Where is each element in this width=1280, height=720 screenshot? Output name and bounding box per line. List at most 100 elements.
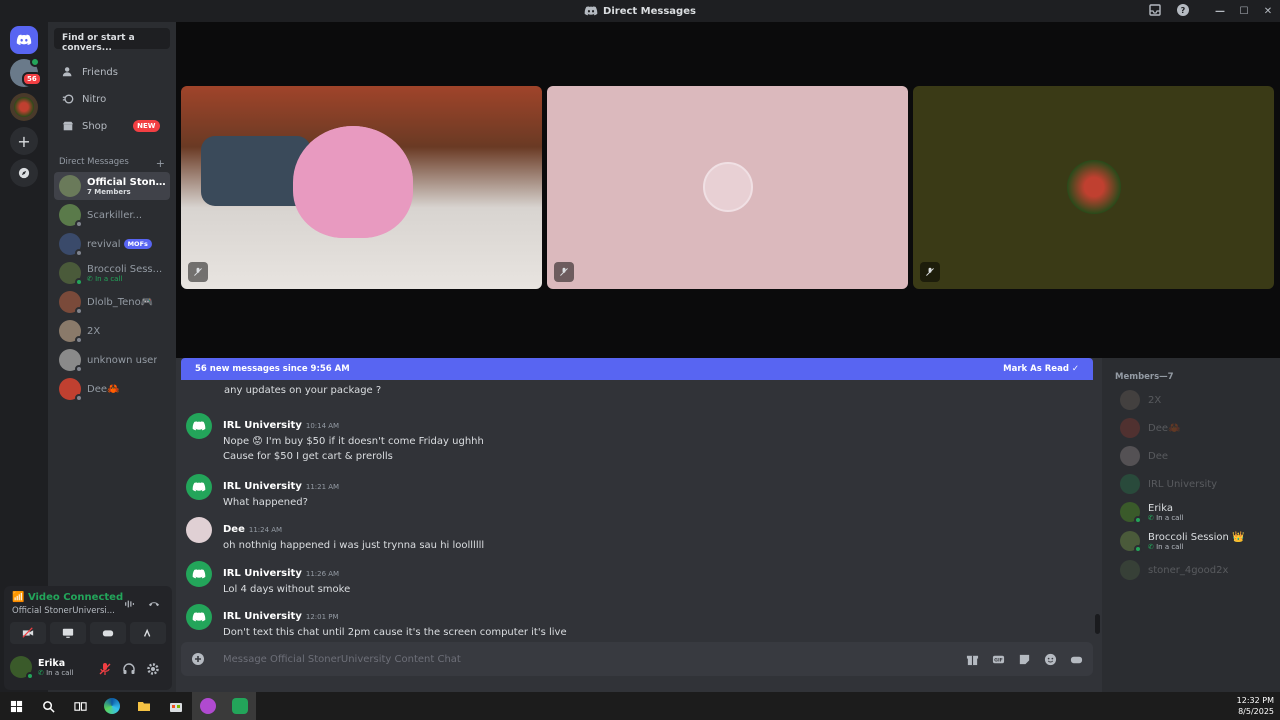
- member-item-dee-crab[interactable]: Dee🦀: [1120, 418, 1180, 438]
- sticker-icon[interactable]: [1018, 653, 1031, 666]
- system-clock[interactable]: 12:32 PM 8/5/2025: [1237, 695, 1274, 717]
- task-view-icon: [73, 701, 87, 711]
- server-icon-stoner-university[interactable]: [10, 93, 38, 121]
- soundboard-button[interactable]: [130, 622, 166, 644]
- phone-icon: ✆: [87, 274, 96, 283]
- gif-icon[interactable]: GIF: [992, 653, 1005, 666]
- voice-panel: 📶 Video Connected Official StonerUnivers…: [4, 586, 172, 690]
- emoji-icon[interactable]: [1044, 653, 1057, 666]
- message-avatar[interactable]: [186, 604, 212, 630]
- windows-icon: [10, 700, 22, 712]
- member-item-dee[interactable]: Dee: [1120, 446, 1168, 466]
- gear-icon[interactable]: [146, 662, 160, 676]
- help-icon[interactable]: ?: [1176, 3, 1190, 17]
- avatar: [1120, 474, 1140, 494]
- mic-muted-icon[interactable]: [98, 662, 112, 676]
- message-author[interactable]: IRL University: [223, 611, 302, 622]
- activity-button[interactable]: [90, 622, 126, 644]
- discord-icon: [16, 34, 32, 45]
- close-button[interactable]: ✕: [1256, 6, 1280, 17]
- video-tile-avatar-erika[interactable]: [913, 86, 1274, 289]
- soundboard-icon: [143, 628, 151, 637]
- server-logo-icon: [14, 97, 34, 117]
- dm-sub: 7 Members: [87, 187, 131, 196]
- dm-item-dlolb[interactable]: Dlolb_Teno🎮: [54, 288, 170, 316]
- start-button[interactable]: [0, 692, 32, 720]
- message-scrollbar[interactable]: [1095, 614, 1100, 634]
- status-dot: [30, 57, 40, 67]
- add-attachment-icon[interactable]: [191, 652, 205, 666]
- mic-muted-icon: [194, 267, 202, 276]
- message-input[interactable]: [223, 653, 948, 665]
- search-button[interactable]: [32, 692, 64, 720]
- message-author[interactable]: IRL University: [223, 481, 302, 492]
- discord-alt-button[interactable]: [192, 692, 224, 720]
- nav-friends[interactable]: Friends: [54, 60, 170, 84]
- screen-share-icon: [62, 628, 74, 638]
- new-messages-banner[interactable]: 56 new messages since 9:56 AM Mark As Re…: [181, 358, 1093, 380]
- window-title-text: Direct Messages: [603, 5, 696, 17]
- voice-channel-name[interactable]: Official StonerUniversi...: [12, 606, 115, 616]
- video-call-area: [176, 22, 1280, 358]
- avatar: [59, 233, 83, 257]
- member-item-irl-university[interactable]: IRL University: [1120, 474, 1217, 494]
- member-item-stoner[interactable]: stoner_4good2x: [1120, 560, 1228, 580]
- nav-nitro[interactable]: Nitro: [54, 87, 170, 111]
- message-author[interactable]: IRL University: [223, 568, 302, 579]
- emoji: 😟: [252, 436, 263, 447]
- task-view-button[interactable]: [64, 692, 96, 720]
- dm-item-revival[interactable]: revival MOFs: [54, 230, 170, 258]
- nav-shop[interactable]: Shop NEW: [54, 114, 170, 138]
- home-button[interactable]: [10, 26, 38, 54]
- mic-muted-icon: [926, 267, 934, 276]
- member-item-erika[interactable]: Erika ✆ In a call: [1120, 502, 1183, 524]
- dm-item-unknown-user[interactable]: unknown user: [54, 346, 170, 374]
- maximize-button[interactable]: ☐: [1232, 6, 1256, 17]
- dm-item-broccoli-session[interactable]: Broccoli Sess... ✆ In a call: [54, 259, 170, 287]
- add-server-button[interactable]: +: [10, 127, 38, 155]
- message-content: What happened?: [223, 497, 308, 508]
- file-explorer-button[interactable]: [128, 692, 160, 720]
- mark-as-read-button[interactable]: Mark As Read ✓: [1003, 364, 1079, 374]
- dm-item-2x[interactable]: 2X: [54, 317, 170, 345]
- video-tile-avatar-dee[interactable]: [547, 86, 908, 289]
- gamepad-icon[interactable]: [1070, 653, 1083, 666]
- headphones-icon[interactable]: [122, 662, 136, 676]
- voice-status[interactable]: 📶 Video Connected: [12, 592, 123, 603]
- message-author[interactable]: Dee: [223, 524, 245, 535]
- member-item-2x[interactable]: 2X: [1120, 390, 1161, 410]
- dm-item-dee[interactable]: Dee🦀: [54, 375, 170, 403]
- message-avatar[interactable]: [186, 474, 212, 500]
- edge-button[interactable]: [96, 692, 128, 720]
- explore-button[interactable]: [10, 159, 38, 187]
- noise-suppression-icon[interactable]: [124, 598, 136, 610]
- create-dm-button[interactable]: +: [156, 157, 165, 170]
- discord-icon: [192, 569, 206, 579]
- video-tile-camera[interactable]: [181, 86, 542, 289]
- user-area[interactable]: Erika ✆ In a call: [10, 656, 92, 680]
- screen-share-button[interactable]: [50, 622, 86, 644]
- camera-off-button[interactable]: [10, 622, 46, 644]
- message-avatar[interactable]: [186, 561, 212, 587]
- window-title: Direct Messages: [584, 4, 696, 18]
- discord-taskbar-button[interactable]: [224, 692, 256, 720]
- store-button[interactable]: [160, 692, 192, 720]
- nav-friends-label: Friends: [82, 66, 118, 78]
- inbox-icon[interactable]: [1148, 3, 1162, 17]
- dm-header-label: Direct Messages: [59, 157, 129, 167]
- server-icon-friend[interactable]: 56: [10, 57, 42, 87]
- new-messages-text: 56 new messages since 9:56 AM: [195, 364, 350, 374]
- dm-item-scarkiller[interactable]: Scarkiller...: [54, 201, 170, 229]
- disconnect-icon[interactable]: [148, 598, 160, 610]
- dm-item-official-stoner[interactable]: Official Stone... 7 Members: [54, 172, 170, 200]
- message-avatar[interactable]: [186, 413, 212, 439]
- avatar: [1120, 531, 1142, 553]
- avatar: [1120, 446, 1140, 466]
- message-avatar[interactable]: [186, 517, 212, 543]
- message-author[interactable]: IRL University: [223, 420, 302, 431]
- minimize-button[interactable]: —: [1208, 6, 1232, 17]
- find-conversation-button[interactable]: Find or start a convers...: [54, 28, 170, 53]
- mark-read-icon: ✓: [1071, 364, 1079, 374]
- gift-icon[interactable]: [966, 653, 979, 666]
- member-item-broccoli-session[interactable]: Broccoli Session 👑 ✆ In a call: [1120, 531, 1245, 553]
